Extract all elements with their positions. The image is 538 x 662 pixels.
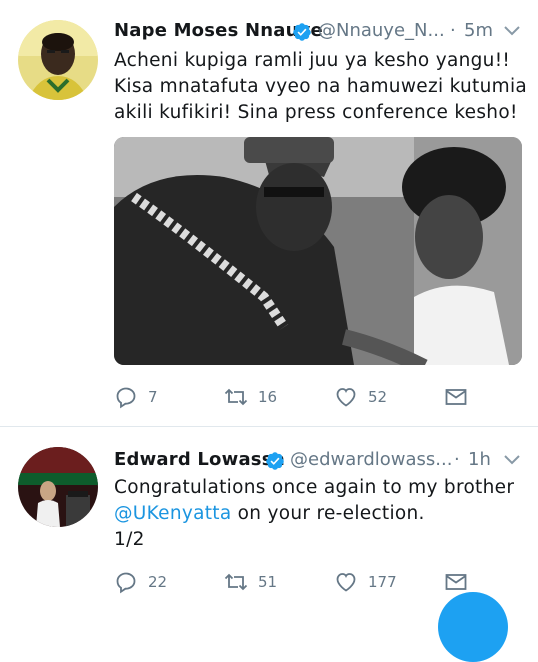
- retweet-icon: [224, 388, 248, 406]
- tweet-header: Edward Lowassa @edwardlowass... · 1h: [114, 441, 538, 475]
- separator-dot: ·: [450, 20, 456, 41]
- avatar-lowassa[interactable]: [18, 447, 98, 527]
- tweet-text-fragment: on your re-election.: [231, 503, 425, 524]
- reply-count: 7: [148, 388, 158, 406]
- compose-tweet-button[interactable]: [438, 592, 508, 662]
- tweet-actions: 22 51 177: [114, 567, 478, 597]
- envelope-icon: [445, 574, 467, 590]
- like-count: 52: [368, 388, 388, 406]
- tweet-text-line: Acheni kupiga ramli juu ya kesho yangu!!: [114, 50, 511, 71]
- heart-icon: [336, 388, 356, 407]
- envelope-icon: [445, 389, 467, 405]
- tweet-lowassa[interactable]: Edward Lowassa @edwardlowass... · 1h Con…: [0, 427, 538, 609]
- retweet-count: 51: [258, 573, 278, 591]
- tweet-header: Nape Moses Nnauye @Nnauye_N... · 5m: [114, 12, 538, 46]
- separator-dot: ·: [454, 449, 460, 470]
- mention-link[interactable]: @UKenyatta: [114, 503, 232, 524]
- tweet-nape[interactable]: Nape Moses Nnauye @Nnauye_N... · 5m Ache…: [0, 0, 538, 420]
- author-handle[interactable]: @Nnauye_N...: [318, 20, 445, 41]
- retweet-icon: [224, 573, 248, 591]
- verified-badge-icon: [266, 452, 284, 470]
- author-name[interactable]: Edward Lowassa: [114, 449, 285, 470]
- tweet-text: Congratulations once again to my brother…: [114, 475, 515, 553]
- reply-button[interactable]: 7: [114, 382, 158, 412]
- tweet-text-line: 1/2: [114, 529, 145, 550]
- verified-badge-icon: [293, 23, 311, 41]
- tweet-text-line: @UKenyatta on your re-election.: [114, 501, 510, 527]
- author-handle[interactable]: @edwardlowass...: [290, 449, 452, 470]
- reply-button[interactable]: 22: [114, 567, 167, 597]
- chevron-down-icon[interactable]: [504, 455, 520, 465]
- tweet-photo[interactable]: [114, 137, 522, 365]
- tweet-time[interactable]: 1h: [468, 449, 491, 470]
- reply-icon: [116, 572, 136, 594]
- tweet-text: Acheni kupiga ramli juu ya kesho yangu!!…: [114, 48, 528, 126]
- like-count: 177: [368, 573, 397, 591]
- direct-message-button[interactable]: [444, 382, 468, 412]
- retweet-count: 16: [258, 388, 278, 406]
- avatar-nape[interactable]: [18, 20, 98, 100]
- like-button[interactable]: 52: [334, 382, 387, 412]
- heart-icon: [336, 573, 356, 592]
- retweet-button[interactable]: 16: [224, 382, 277, 412]
- like-button[interactable]: 177: [334, 567, 397, 597]
- tweet-text-line: Kisa mnatafuta vyeo na hamuwezi kutumia: [114, 76, 528, 97]
- reply-count: 22: [148, 573, 168, 591]
- retweet-button[interactable]: 51: [224, 567, 277, 597]
- reply-icon: [116, 387, 136, 409]
- tweet-text-line: akili kufikiri! Sina press conference ke…: [114, 102, 518, 123]
- tweet-actions: 7 16 52: [114, 382, 478, 412]
- tweet-time[interactable]: 5m: [464, 20, 493, 41]
- chevron-down-icon[interactable]: [504, 26, 520, 36]
- tweet-text-line: Congratulations once again to my brother: [114, 477, 515, 498]
